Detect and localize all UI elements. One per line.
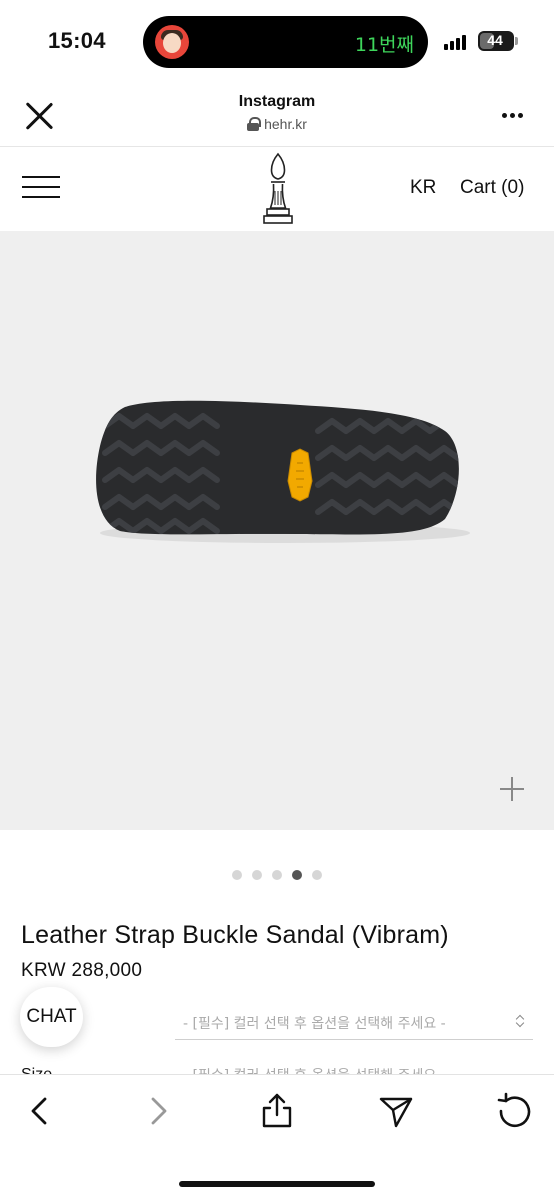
reload-icon[interactable] bbox=[494, 1091, 534, 1131]
bottom-toolbar bbox=[0, 1074, 554, 1200]
hamburger-menu-icon[interactable] bbox=[22, 173, 62, 201]
carousel-dot[interactable] bbox=[312, 870, 322, 880]
forward-arrow-icon[interactable] bbox=[138, 1091, 178, 1131]
back-arrow-icon[interactable] bbox=[20, 1091, 60, 1131]
home-indicator bbox=[179, 1181, 375, 1187]
battery-icon: 44 bbox=[478, 31, 514, 51]
product-title: Leather Strap Buckle Sandal (Vibram) bbox=[21, 921, 449, 949]
sandal-sole-image bbox=[96, 400, 470, 543]
browser-header: Instagram hehr.kr bbox=[0, 84, 554, 146]
battery-nub bbox=[515, 37, 518, 45]
product-price: KRW 288,000 bbox=[21, 960, 143, 981]
island-activity-text: 11번째 bbox=[354, 34, 414, 56]
status-bar: 15:04 11번째 44 bbox=[0, 0, 554, 84]
carousel-dot[interactable] bbox=[292, 870, 302, 880]
carousel-dot[interactable] bbox=[232, 870, 242, 880]
browser-title: Instagram bbox=[238, 93, 316, 110]
language-link[interactable]: KR bbox=[410, 177, 436, 199]
url-text: hehr.kr bbox=[264, 116, 307, 132]
size-option-placeholder: - [필수] 컬러 선택 후 옵션을 선택해 주세요 - bbox=[183, 1065, 446, 1074]
carousel-dots[interactable] bbox=[0, 870, 554, 882]
avatar-icon bbox=[155, 25, 189, 59]
send-icon[interactable] bbox=[376, 1091, 416, 1131]
zoom-plus-icon[interactable] bbox=[500, 777, 524, 801]
battery-percent: 44 bbox=[487, 32, 503, 48]
size-option-row[interactable]: Size - [필수] 컬러 선택 후 옵션을 선택해 주세요 - bbox=[0, 1062, 554, 1074]
carousel-dot[interactable] bbox=[272, 870, 282, 880]
carousel-dot[interactable] bbox=[252, 870, 262, 880]
signal-icon bbox=[444, 34, 470, 50]
dynamic-island[interactable]: 11번째 bbox=[143, 16, 428, 68]
lock-icon bbox=[247, 117, 262, 131]
color-option-select[interactable]: - [필수] 컬러 선택 후 옵션을 선택해 주세요 - bbox=[175, 1008, 533, 1040]
chat-button[interactable]: CHAT bbox=[20, 987, 83, 1047]
product-image[interactable] bbox=[0, 231, 554, 830]
more-options-icon[interactable] bbox=[498, 112, 528, 120]
size-label: Size bbox=[21, 1066, 52, 1074]
select-arrows-icon bbox=[515, 1014, 525, 1028]
clock: 15:04 bbox=[48, 28, 106, 53]
color-option-placeholder: - [필수] 컬러 선택 후 옵션을 선택해 주세요 - bbox=[183, 1016, 446, 1032]
bishop-logo-icon[interactable] bbox=[258, 151, 298, 227]
browser-url[interactable]: hehr.kr bbox=[0, 116, 554, 132]
cart-link[interactable]: Cart (0) bbox=[460, 177, 524, 199]
site-nav: KR Cart (0) bbox=[0, 147, 554, 231]
share-icon[interactable] bbox=[257, 1091, 297, 1131]
